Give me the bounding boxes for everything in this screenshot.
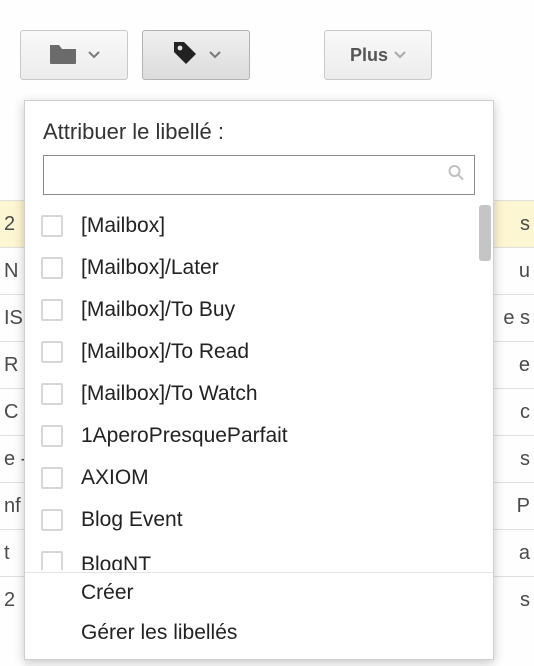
message-row-right-fragment: u (519, 260, 530, 283)
dropdown-title: Attribuer le libellé : (25, 101, 493, 155)
label-option-text: AXIOM (81, 466, 149, 490)
checkbox[interactable] (41, 341, 63, 363)
checkbox[interactable] (41, 509, 63, 531)
message-row-right-fragment: c (520, 401, 530, 424)
more-button-label: Plus (350, 45, 388, 66)
tag-icon (171, 39, 199, 72)
chevron-down-icon (209, 51, 221, 59)
label-option-text: [Mailbox]/To Buy (81, 298, 235, 322)
checkbox[interactable] (41, 467, 63, 489)
dropdown-footer: Créer Gérer les libellés (25, 573, 493, 653)
label-option[interactable]: [Mailbox] (25, 205, 493, 247)
label-option[interactable]: [Mailbox]/To Buy (25, 289, 493, 331)
more-button[interactable]: Plus (324, 30, 432, 80)
label-option[interactable]: 1AperoPresqueParfait (25, 415, 493, 457)
message-row-left-fragment: 2 (4, 589, 15, 612)
label-option[interactable]: [Mailbox]/Later (25, 247, 493, 289)
checkbox[interactable] (41, 257, 63, 279)
chevron-down-icon (88, 51, 100, 59)
labels-button[interactable] (142, 30, 250, 80)
checkbox[interactable] (41, 299, 63, 321)
label-dropdown: Attribuer le libellé : [Mailbox][Mailbox… (24, 100, 494, 660)
label-option-text: [Mailbox]/To Read (81, 340, 249, 364)
label-option-text: Blog Event (81, 508, 183, 532)
label-option[interactable]: BlogNT (25, 541, 493, 570)
label-option[interactable]: [Mailbox]/To Watch (25, 373, 493, 415)
label-option-text: BlogNT (81, 551, 151, 570)
message-row-left-fragment: N (4, 260, 18, 283)
message-row-right-fragment: s (520, 589, 530, 612)
message-row-left-fragment: t (4, 542, 10, 565)
label-list: [Mailbox] [Mailbox]/Later [Mailbox]/To Buy… (25, 205, 493, 570)
label-option-text: [Mailbox] (81, 214, 165, 238)
checkbox[interactable] (41, 425, 63, 447)
label-option[interactable]: AXIOM (25, 457, 493, 499)
label-option-text: [Mailbox]/To Watch (81, 382, 258, 406)
label-option[interactable]: [Mailbox]/To Read (25, 331, 493, 373)
folder-icon (48, 41, 78, 70)
action-toolbar: Plus (20, 30, 432, 80)
search-icon (447, 164, 465, 187)
chevron-down-icon (394, 51, 406, 59)
checkbox[interactable] (41, 215, 63, 237)
checkbox[interactable] (41, 383, 63, 405)
message-row-left-fragment: IS (4, 307, 23, 330)
message-row-right-fragment: e (519, 354, 530, 377)
message-row-left-fragment: nf (4, 495, 21, 518)
label-search-wrap (43, 155, 475, 195)
message-row-left-fragment: R (4, 354, 18, 377)
message-row-right-fragment: s (520, 448, 530, 471)
label-option-text: 1AperoPresqueParfait (81, 424, 288, 448)
message-row-right-fragment: e s (503, 307, 530, 330)
checkbox[interactable] (41, 551, 63, 570)
label-option[interactable]: Blog Event (25, 499, 493, 541)
message-row-left-fragment: 2 (4, 213, 15, 236)
message-row-left-fragment: C (4, 401, 18, 424)
message-row-right-fragment: a (519, 542, 530, 565)
message-row-right-fragment: P (517, 495, 530, 518)
label-create[interactable]: Créer (25, 573, 493, 613)
label-manage[interactable]: Gérer les libellés (25, 613, 493, 653)
message-row-right-fragment: s (520, 213, 530, 236)
label-search-input[interactable] (43, 155, 475, 195)
label-option-text: [Mailbox]/Later (81, 256, 219, 280)
move-to-button[interactable] (20, 30, 128, 80)
scrollbar-thumb[interactable] (479, 205, 491, 261)
